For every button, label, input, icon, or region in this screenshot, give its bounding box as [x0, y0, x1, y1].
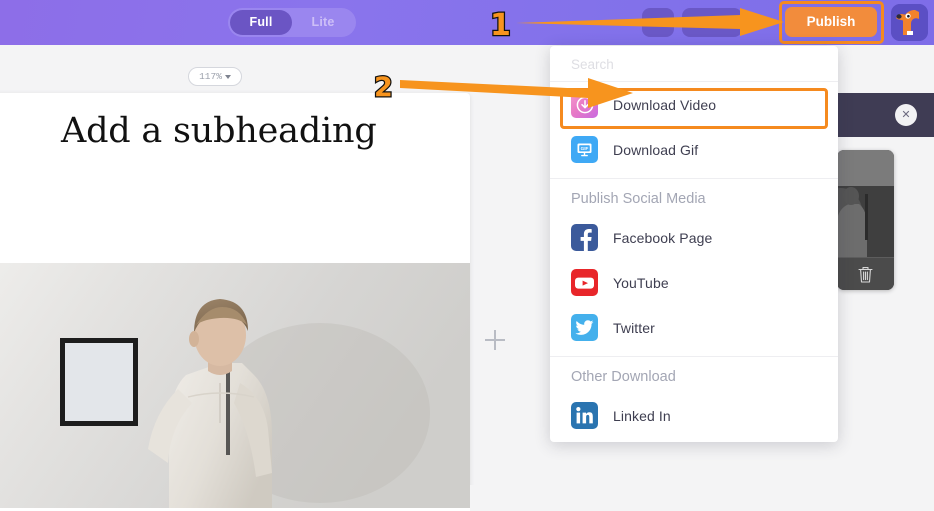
avatar-illustration	[891, 4, 928, 41]
dropdown-list: Download Video GIF Download Gif Publish …	[550, 82, 838, 438]
publish-highlight-box	[779, 1, 884, 44]
menu-item-facebook-page[interactable]: Facebook Page	[550, 215, 838, 260]
menu-item-youtube[interactable]: YouTube	[550, 260, 838, 305]
zoom-control[interactable]: 117%	[188, 67, 242, 86]
gif-screen-glyph: GIF	[571, 136, 598, 163]
menu-item-label: Linked In	[613, 407, 671, 424]
zoom-level-value: 117%	[199, 71, 222, 82]
avatar[interactable]	[891, 4, 928, 41]
svg-text:GIF: GIF	[581, 146, 589, 151]
toolbar-button-2[interactable]	[682, 8, 742, 37]
app-root: 117% Add a subheading ✕ Search Download …	[0, 0, 934, 511]
facebook-f-glyph	[571, 224, 598, 251]
twitter-bird-glyph	[571, 314, 598, 341]
menu-item-label: Twitter	[613, 319, 655, 336]
canvas-header-area: Add a subheading	[0, 93, 470, 174]
menu-item-label: Facebook Page	[613, 229, 713, 246]
menu-item-download-video[interactable]: Download Video	[550, 82, 838, 127]
menu-item-label: Download Gif	[613, 141, 699, 158]
publish-dropdown[interactable]: Search Download Video GIF Download Gif P…	[550, 46, 838, 442]
download-gif-icon: GIF	[571, 136, 598, 163]
toolbar-button-1[interactable]	[642, 8, 674, 37]
menu-item-download-gif[interactable]: GIF Download Gif	[550, 127, 838, 172]
menu-item-twitter[interactable]: Twitter	[550, 305, 838, 350]
trash-icon[interactable]	[858, 266, 873, 283]
dropdown-section-other: Other Download	[571, 369, 676, 385]
download-arrow-glyph	[571, 91, 598, 118]
dropdown-search-field[interactable]: Search	[550, 46, 838, 82]
thumbnail-header	[837, 150, 894, 186]
youtube-play-glyph	[571, 269, 598, 296]
mode-toggle-lite[interactable]: Lite	[292, 10, 354, 35]
youtube-icon	[571, 269, 598, 296]
right-panel-header	[838, 93, 934, 137]
menu-item-label: YouTube	[613, 274, 669, 291]
mode-toggle[interactable]: Full Lite	[228, 8, 356, 37]
download-video-icon	[571, 91, 598, 118]
slide-thumbnail[interactable]	[837, 150, 894, 290]
thumbnail-illustration	[837, 186, 894, 258]
annotation-number-2: 2	[373, 71, 394, 105]
canvas-photo[interactable]	[0, 263, 470, 508]
search-placeholder: Search	[571, 57, 614, 72]
dropdown-section-social: Publish Social Media	[571, 191, 706, 207]
twitter-icon	[571, 314, 598, 341]
close-icon[interactable]: ✕	[895, 104, 917, 126]
canvas-subheading-text[interactable]: Add a subheading	[61, 111, 377, 151]
linkedin-in-glyph	[571, 402, 598, 429]
menu-item-label: Download Video	[613, 96, 717, 113]
thumbnail-image	[837, 186, 894, 258]
chevron-down-icon	[224, 74, 231, 79]
facebook-icon	[571, 224, 598, 251]
mode-toggle-full[interactable]: Full	[230, 10, 292, 35]
annotation-number-1: 1	[489, 7, 512, 45]
linkedin-icon	[571, 402, 598, 429]
slide-canvas[interactable]: Add a subheading	[0, 93, 470, 511]
add-slide-button[interactable]	[483, 328, 507, 352]
workspace-filler	[470, 485, 726, 511]
menu-item-linkedin[interactable]: Linked In	[550, 393, 838, 438]
photo-illustration	[0, 263, 470, 508]
thumbnail-toolbar	[837, 257, 894, 290]
